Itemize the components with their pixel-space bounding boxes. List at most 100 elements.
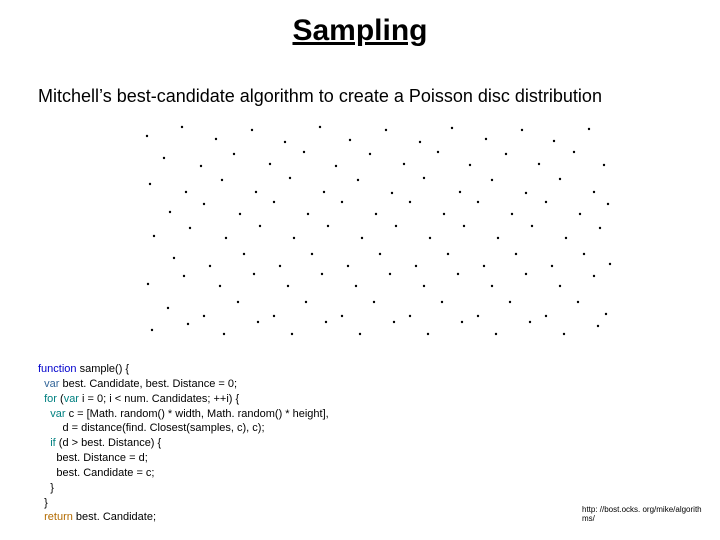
sample-point bbox=[379, 253, 381, 255]
sample-point bbox=[427, 333, 429, 335]
sample-point bbox=[319, 126, 321, 128]
sample-point bbox=[183, 275, 185, 277]
sample-point bbox=[395, 225, 397, 227]
sample-point bbox=[243, 253, 245, 255]
sample-point bbox=[237, 301, 239, 303]
code-text: sample() { bbox=[77, 363, 130, 375]
code-keyword: if bbox=[38, 437, 56, 449]
code-keyword: for bbox=[38, 393, 57, 405]
sample-point bbox=[347, 265, 349, 267]
sample-point bbox=[531, 225, 533, 227]
sample-point bbox=[189, 227, 191, 229]
sample-point bbox=[583, 253, 585, 255]
sample-point bbox=[509, 301, 511, 303]
sample-point bbox=[447, 253, 449, 255]
sample-point bbox=[563, 333, 565, 335]
sample-point bbox=[403, 163, 405, 165]
sample-point bbox=[173, 257, 175, 259]
sample-point bbox=[307, 213, 309, 215]
sample-point bbox=[203, 203, 205, 205]
slide-subtitle: Mitchell’s best-candidate algorithm to c… bbox=[38, 86, 602, 107]
sample-point bbox=[209, 265, 211, 267]
sample-point bbox=[349, 139, 351, 141]
sample-point bbox=[441, 301, 443, 303]
code-text: best. Candidate = c; bbox=[38, 467, 154, 479]
sample-point bbox=[335, 165, 337, 167]
sample-point bbox=[597, 325, 599, 327]
code-text: d = distance(find. Closest(samples, c), … bbox=[38, 422, 265, 434]
sample-point bbox=[559, 285, 561, 287]
sample-point bbox=[511, 213, 513, 215]
sample-point bbox=[385, 129, 387, 131]
sample-point bbox=[185, 191, 187, 193]
sample-point bbox=[215, 138, 217, 140]
sample-point bbox=[545, 315, 547, 317]
code-text: } bbox=[38, 497, 48, 509]
slide-title: Sampling bbox=[0, 14, 720, 48]
sample-point bbox=[239, 213, 241, 215]
sample-point bbox=[599, 227, 601, 229]
sample-point bbox=[200, 165, 202, 167]
code-text: i = 0; i < num. Candidates; ++i) { bbox=[79, 393, 239, 405]
sample-point bbox=[515, 253, 517, 255]
sample-point bbox=[525, 192, 527, 194]
code-text: } bbox=[38, 482, 54, 494]
sample-point bbox=[593, 191, 595, 193]
sample-point bbox=[293, 237, 295, 239]
sample-point bbox=[369, 153, 371, 155]
sample-point bbox=[609, 263, 611, 265]
sample-point bbox=[233, 153, 235, 155]
sample-point bbox=[607, 203, 609, 205]
sample-point bbox=[389, 273, 391, 275]
sample-point bbox=[545, 201, 547, 203]
code-keyword: var bbox=[38, 408, 66, 420]
sample-point bbox=[605, 313, 607, 315]
sample-point bbox=[321, 273, 323, 275]
sample-point bbox=[147, 283, 149, 285]
code-keyword: var bbox=[38, 378, 59, 390]
sample-point bbox=[153, 235, 155, 237]
sample-point bbox=[525, 273, 527, 275]
sample-point bbox=[291, 333, 293, 335]
sample-point bbox=[221, 179, 223, 181]
sample-point bbox=[253, 273, 255, 275]
code-keyword: function bbox=[38, 363, 77, 375]
sample-point bbox=[219, 285, 221, 287]
sample-point bbox=[491, 285, 493, 287]
code-text: best. Distance = d; bbox=[38, 452, 148, 464]
sample-point bbox=[443, 213, 445, 215]
sample-point bbox=[423, 177, 425, 179]
sample-point bbox=[146, 135, 148, 137]
sample-point bbox=[373, 301, 375, 303]
sample-point bbox=[437, 151, 439, 153]
sample-point bbox=[588, 128, 590, 130]
sample-point bbox=[485, 138, 487, 140]
sample-point bbox=[577, 301, 579, 303]
sample-point bbox=[341, 201, 343, 203]
sample-point bbox=[429, 237, 431, 239]
sample-point bbox=[391, 192, 393, 194]
sample-point bbox=[495, 333, 497, 335]
sample-point bbox=[251, 129, 253, 131]
sample-point bbox=[361, 237, 363, 239]
sample-point bbox=[423, 285, 425, 287]
sample-point bbox=[579, 213, 581, 215]
slide: Sampling Mitchell’s best-candidate algor… bbox=[0, 0, 720, 540]
sample-point bbox=[225, 237, 227, 239]
sample-point bbox=[311, 253, 313, 255]
sample-point bbox=[553, 140, 555, 142]
sample-point bbox=[483, 265, 485, 267]
sample-point bbox=[257, 321, 259, 323]
code-text: (d > best. Distance) { bbox=[56, 437, 161, 449]
code-keyword: return bbox=[38, 511, 73, 523]
sample-point bbox=[355, 285, 357, 287]
scatter-plot bbox=[134, 118, 614, 342]
sample-point bbox=[269, 163, 271, 165]
sample-point bbox=[187, 323, 189, 325]
sample-point bbox=[529, 321, 531, 323]
sample-point bbox=[327, 225, 329, 227]
sample-point bbox=[305, 301, 307, 303]
sample-point bbox=[181, 126, 183, 128]
sample-point bbox=[151, 329, 153, 331]
code-text: ( bbox=[57, 393, 64, 405]
